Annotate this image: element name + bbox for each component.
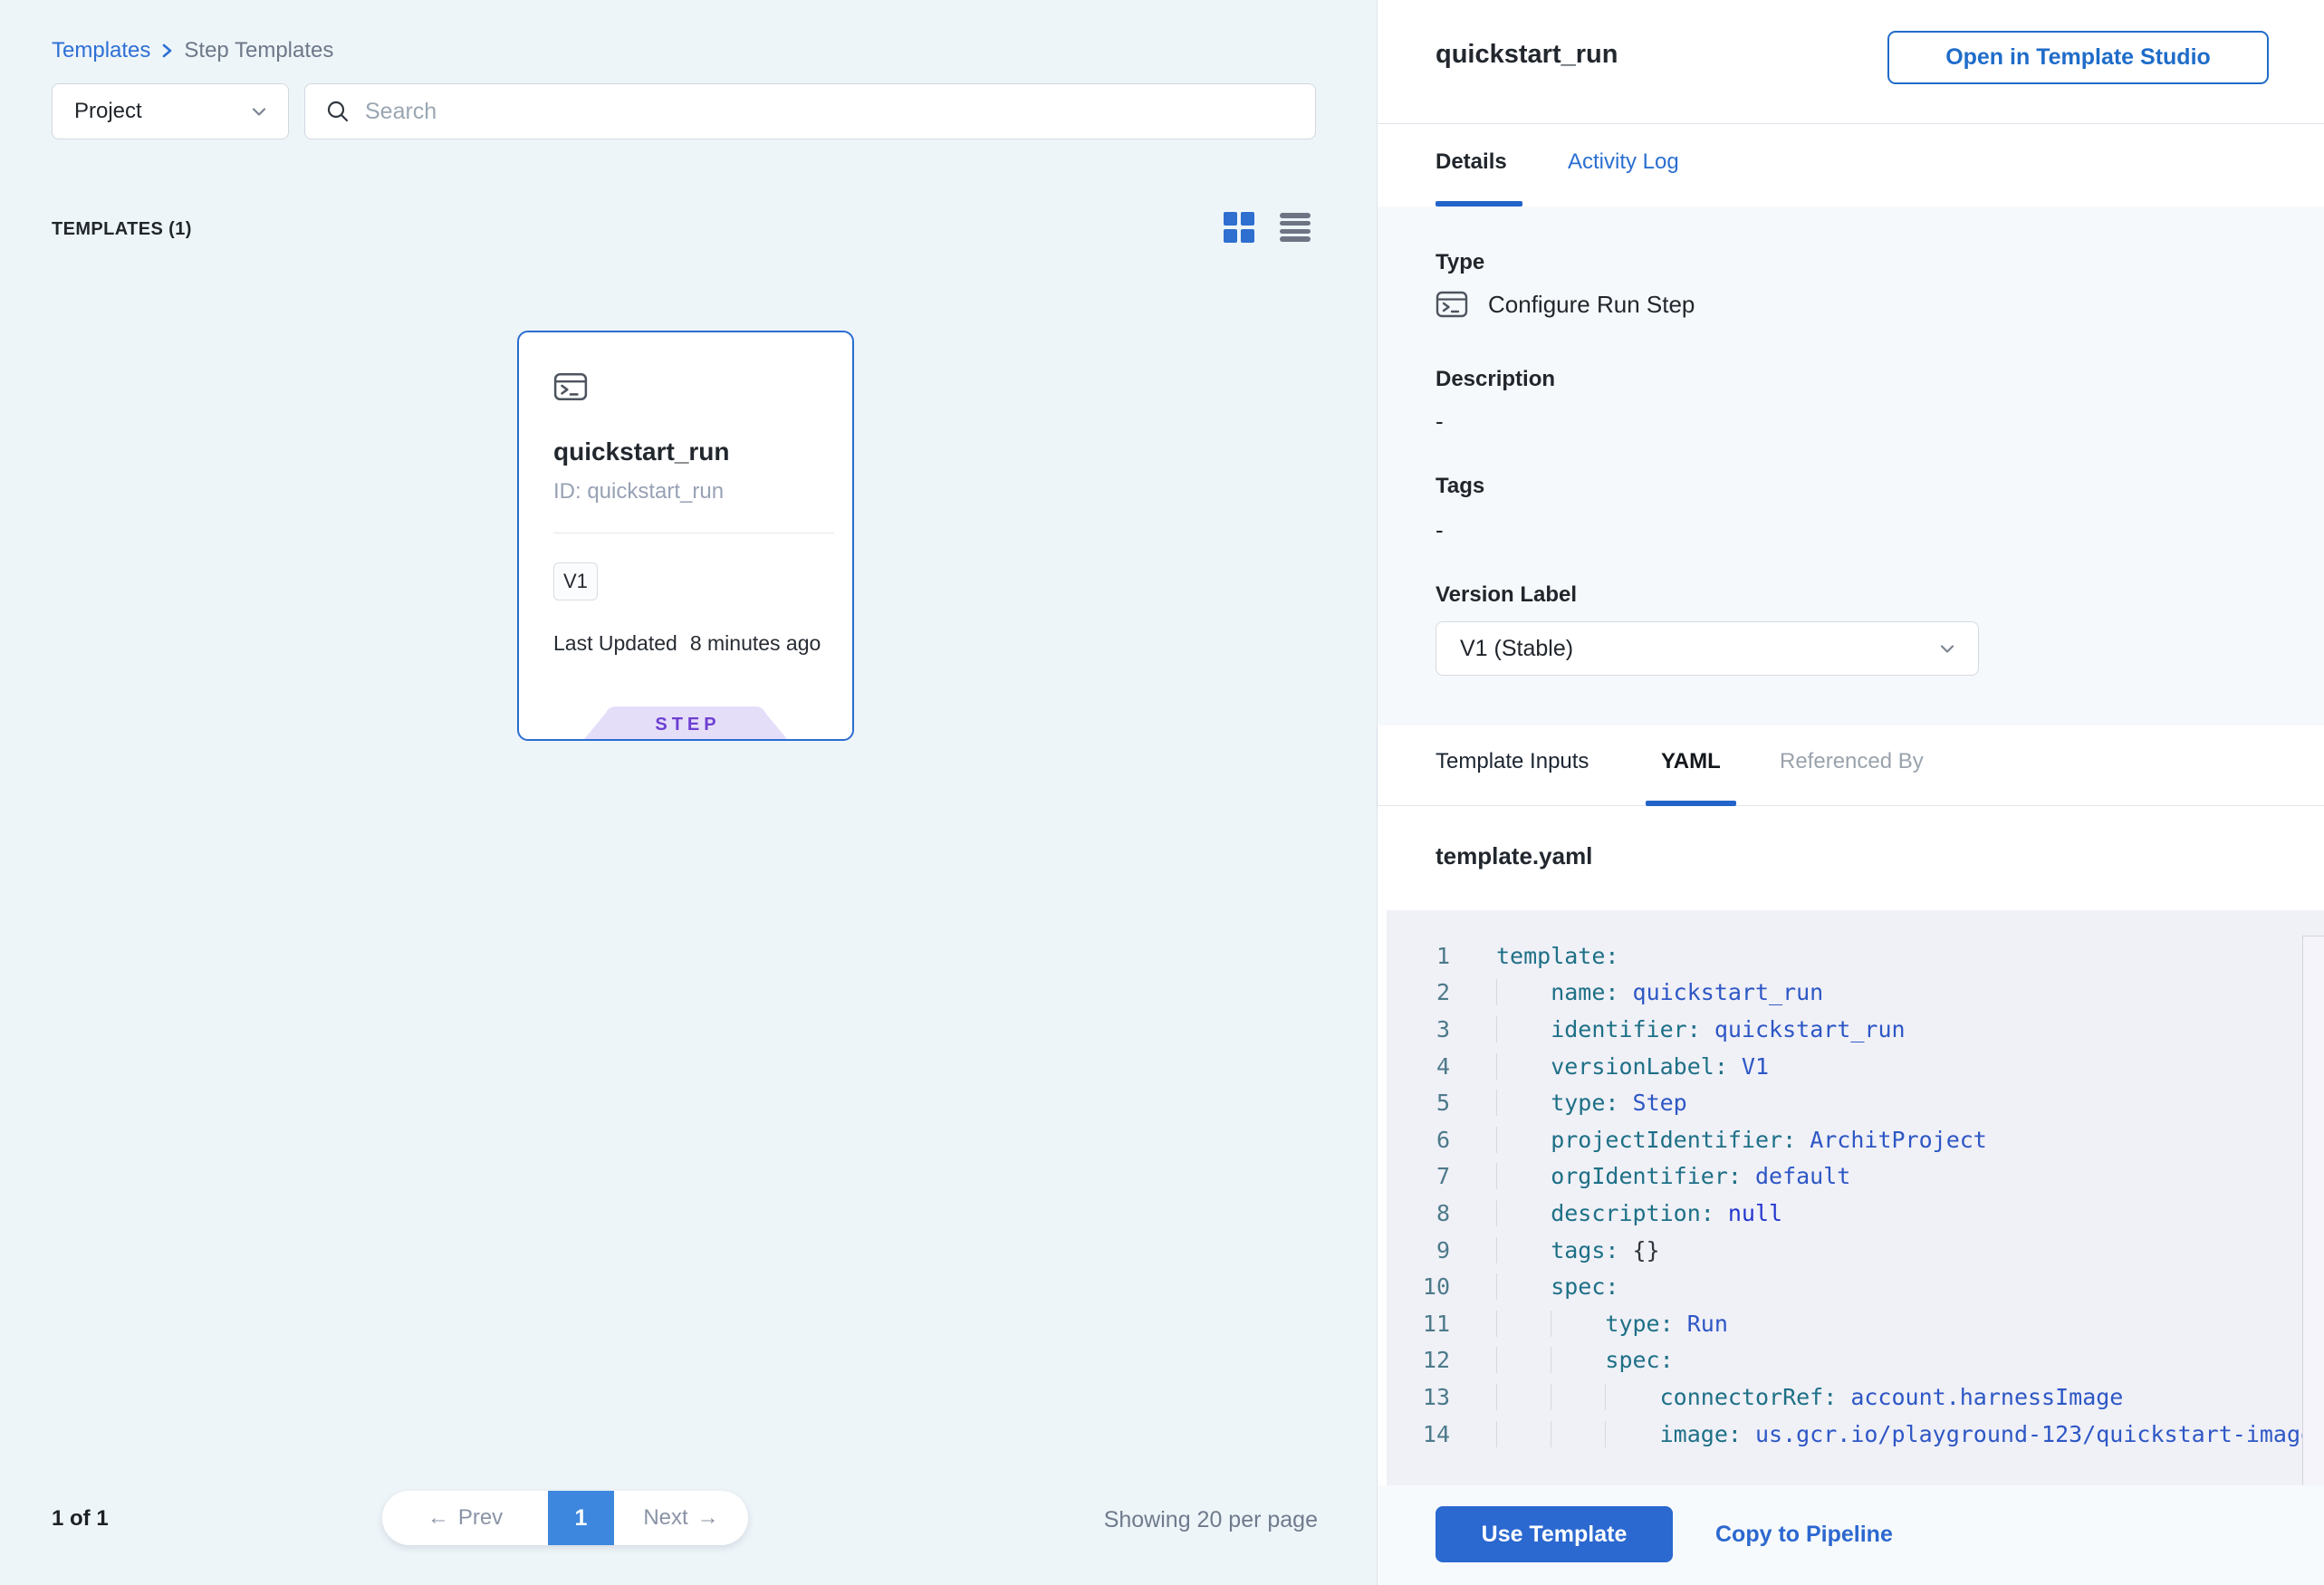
breadcrumb-templates-link[interactable]: Templates — [52, 38, 150, 63]
version-badge: V1 — [553, 562, 598, 600]
tab-yaml[interactable]: YAML — [1661, 749, 1721, 774]
content-tabs: Template Inputs YAML Referenced By — [1378, 725, 2324, 806]
tab-template-inputs[interactable]: Template Inputs — [1436, 749, 1589, 774]
terminal-icon — [1436, 288, 1468, 321]
open-template-studio-button[interactable]: Open in Template Studio — [1887, 31, 2269, 84]
version-label: Version Label — [1436, 582, 1577, 608]
tags-label: Tags — [1436, 474, 1484, 499]
view-toggles — [1224, 212, 1311, 243]
terminal-icon — [553, 370, 588, 404]
grid-view-icon[interactable] — [1224, 212, 1254, 243]
per-page-label: Showing 20 per page — [1061, 1507, 1318, 1533]
code-line: 7orgIdentifier: default — [1387, 1158, 2324, 1196]
code-line: 11type: Run — [1387, 1305, 2324, 1342]
copy-to-pipeline-link[interactable]: Copy to Pipeline — [1715, 1506, 1893, 1562]
tab-activity-log[interactable]: Activity Log — [1568, 149, 1679, 175]
details-section: Type Configure Run Step Description - Ta… — [1378, 207, 2324, 725]
yaml-editor[interactable]: 1template:2name: quickstart_run3identifi… — [1378, 910, 2324, 1485]
description-value: - — [1436, 408, 1444, 436]
code-line: 12spec: — [1387, 1342, 2324, 1379]
step-ribbon: STEP — [584, 706, 787, 739]
code-line: 10spec: — [1387, 1268, 2324, 1305]
yaml-file-header: template.yaml — [1378, 806, 2324, 910]
code-lines: 1template:2name: quickstart_run3identifi… — [1387, 910, 2324, 1485]
type-label: Type — [1436, 250, 1484, 275]
drawer-tabs: Details Activity Log — [1378, 124, 2324, 207]
scope-dropdown[interactable]: Project — [52, 83, 289, 139]
prev-label: Prev — [458, 1505, 503, 1531]
template-details-drawer: quickstart_run Open in Template Studio D… — [1377, 0, 2324, 1585]
code-line: 2name: quickstart_run — [1387, 975, 2324, 1012]
code-line: 14image: us.gcr.io/playground-123/quicks… — [1387, 1416, 2324, 1453]
card-id: ID: quickstart_run — [553, 479, 724, 504]
scope-dropdown-value: Project — [74, 99, 142, 124]
tags-value: - — [1436, 516, 1444, 544]
breadcrumb: Templates Step Templates — [52, 38, 333, 63]
search-icon — [325, 99, 351, 124]
tab-referenced-by[interactable]: Referenced By — [1780, 749, 1924, 774]
list-view-icon[interactable] — [1280, 213, 1311, 242]
template-card[interactable]: quickstart_run ID: quickstart_run V1 Las… — [517, 331, 854, 741]
editor-scrollbar[interactable] — [2302, 936, 2324, 1485]
tab-details[interactable]: Details — [1436, 149, 1507, 175]
chevron-down-icon — [1940, 644, 1954, 654]
last-updated-label: Last Updated — [553, 631, 677, 656]
templates-page: Templates Step Templates Project TEMPLAT… — [0, 0, 2324, 1585]
last-updated-value: 8 minutes ago — [690, 631, 821, 656]
code-line: 9tags: {} — [1387, 1232, 2324, 1269]
page-count: 1 of 1 — [52, 1506, 109, 1532]
drawer-footer: Use Template Copy to Pipeline — [1378, 1485, 2324, 1585]
version-select[interactable]: V1 (Stable) — [1436, 621, 1979, 676]
next-arrow-icon: → — [697, 1505, 719, 1531]
step-ribbon-label: STEP — [584, 715, 787, 735]
template-list-panel: Templates Step Templates Project TEMPLAT… — [0, 0, 1377, 1585]
prev-arrow-icon: ← — [427, 1505, 449, 1531]
templates-count-label: TEMPLATES (1) — [52, 219, 192, 240]
yaml-file-name: template.yaml — [1436, 842, 1592, 870]
page-1-button[interactable]: 1 — [548, 1491, 614, 1545]
code-line: 5type: Step — [1387, 1084, 2324, 1121]
card-last-updated: Last Updated 8 minutes ago — [553, 631, 821, 656]
prev-page-button[interactable]: ← Prev — [382, 1491, 548, 1545]
description-label: Description — [1436, 367, 1555, 392]
use-template-button[interactable]: Use Template — [1436, 1506, 1673, 1562]
drawer-title: quickstart_run — [1436, 40, 1618, 70]
breadcrumb-current: Step Templates — [184, 38, 333, 63]
code-line: 3identifier: quickstart_run — [1387, 1011, 2324, 1048]
code-line: 1template: — [1387, 937, 2324, 975]
drawer-header: quickstart_run Open in Template Studio — [1378, 0, 2324, 124]
code-line: 6projectIdentifier: ArchitProject — [1387, 1121, 2324, 1158]
type-value: Configure Run Step — [1488, 291, 1695, 319]
chevron-down-icon — [252, 107, 266, 117]
version-select-value: V1 (Stable) — [1460, 636, 1573, 662]
search-input[interactable] — [365, 99, 1295, 125]
code-line: 13connectorRef: account.harnessImage — [1387, 1378, 2324, 1416]
pagination: ← Prev 1 Next → — [382, 1491, 748, 1545]
card-title: quickstart_run — [553, 437, 730, 466]
type-value-row: Configure Run Step — [1436, 288, 1695, 321]
next-label: Next — [643, 1505, 687, 1531]
breadcrumb-chevron-icon — [161, 43, 173, 59]
code-line: 4versionLabel: V1 — [1387, 1048, 2324, 1085]
next-page-button[interactable]: Next → — [614, 1491, 748, 1545]
search-box — [304, 83, 1316, 139]
code-line: 8description: null — [1387, 1195, 2324, 1232]
